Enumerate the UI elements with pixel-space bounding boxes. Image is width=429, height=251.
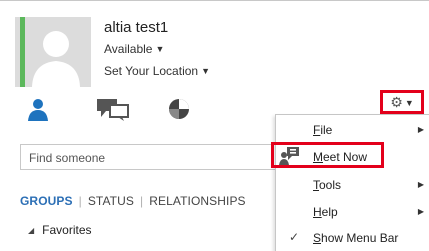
meetings-icon[interactable] — [167, 97, 191, 126]
options-button[interactable]: ⚙ ▼ — [380, 90, 424, 114]
gear-icon: ⚙ — [390, 94, 403, 110]
tab-groups[interactable]: GROUPS — [20, 194, 73, 208]
meet-now-highlight — [271, 142, 384, 168]
menu-item-file[interactable]: File ▶ — [276, 117, 429, 143]
tab-separator: | — [140, 194, 144, 208]
tab-relationships[interactable]: RELATIONSHIPS — [149, 194, 245, 208]
avatar-placeholder-icon — [15, 17, 91, 87]
conversations-icon[interactable] — [96, 98, 130, 127]
submenu-arrow-icon: ▶ — [417, 180, 424, 189]
location-label: Set Your Location — [104, 64, 199, 78]
submenu-arrow-icon: ▶ — [417, 207, 424, 216]
menu-item-show-menu-bar[interactable]: ✓ Show Menu Bar — [276, 225, 429, 251]
menu-item-help[interactable]: Help ▶ — [276, 199, 429, 225]
contact-view-tabs: GROUPS | STATUS | RELATIONSHIPS — [20, 194, 246, 208]
location-dropdown[interactable]: Set Your Location ▼ — [104, 64, 210, 78]
chevron-down-icon: ▼ — [155, 44, 165, 54]
tab-status[interactable]: STATUS — [88, 194, 134, 208]
group-header-favorites[interactable]: ◢ Favorites — [28, 223, 92, 237]
presence-indicator — [20, 17, 25, 87]
tab-separator: | — [78, 194, 82, 208]
contacts-icon[interactable] — [26, 97, 50, 126]
chevron-down-icon: ▼ — [201, 66, 210, 76]
lync-main-window: altia test1 Available ▼ Set Your Location… — [0, 0, 429, 251]
profile-name: altia test1 — [104, 19, 169, 36]
group-label: Favorites — [42, 223, 92, 237]
search-input[interactable]: Find someone — [20, 144, 276, 170]
collapse-triangle-icon: ◢ — [28, 226, 35, 235]
chevron-down-icon: ▼ — [404, 98, 414, 108]
status-dropdown[interactable]: Available ▼ — [104, 42, 164, 56]
avatar[interactable] — [15, 17, 91, 87]
checkmark-icon: ✓ — [289, 230, 300, 244]
submenu-arrow-icon: ▶ — [417, 125, 424, 134]
status-label: Available — [104, 42, 153, 56]
options-menu: File ▶ Meet Now Tools ▶ Help ▶ ✓ Show Me… — [275, 114, 429, 251]
menu-item-tools[interactable]: Tools ▶ — [276, 172, 429, 198]
